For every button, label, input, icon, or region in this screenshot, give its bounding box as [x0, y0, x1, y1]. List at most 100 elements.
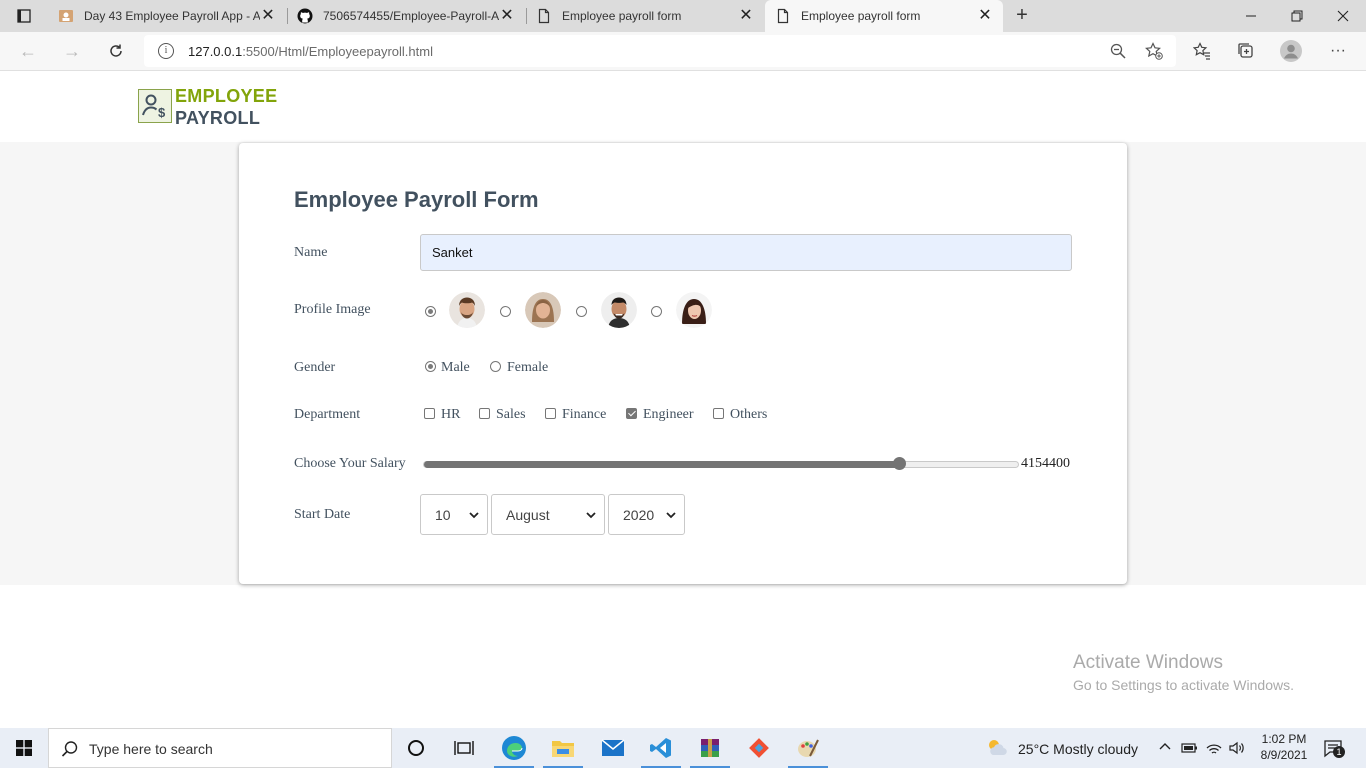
profile-radio-3[interactable] [576, 306, 587, 317]
more-menu-icon[interactable]: ··· [1327, 40, 1349, 62]
salary-output: 4154400 [1021, 456, 1070, 471]
month-select-value: August [506, 506, 550, 523]
chevron-up-icon[interactable] [1158, 740, 1172, 754]
profile-radio-2[interactable] [500, 306, 511, 317]
salary-slider-fill [424, 461, 901, 468]
name-label: Name [294, 245, 328, 260]
chevron-down-icon [586, 512, 596, 519]
form-title: Employee Payroll Form [294, 187, 539, 212]
department-hr-label: HR [441, 407, 461, 422]
salary-slider-thumb[interactable] [893, 457, 906, 470]
tab-4-active[interactable]: Employee payroll form ✕ [765, 0, 1003, 32]
close-tab-icon[interactable]: ✕ [738, 8, 754, 24]
profile-radio-1[interactable] [425, 306, 436, 317]
volume-icon[interactable] [1228, 740, 1246, 756]
refresh-icon[interactable] [101, 36, 131, 66]
chevron-down-icon [666, 512, 676, 519]
taskbar-search-placeholder: Type here to search [89, 741, 213, 757]
logo-text-payroll: PAYROLL [175, 108, 261, 128]
git-app-icon[interactable] [735, 728, 783, 768]
day-select[interactable]: 10 [420, 494, 488, 535]
favorites-icon[interactable] [1191, 40, 1213, 62]
back-arrow-icon[interactable]: ← [13, 36, 43, 66]
file-explorer-icon[interactable] [539, 728, 587, 768]
paint-app-icon[interactable] [784, 728, 832, 768]
mail-icon[interactable] [589, 728, 637, 768]
vscode-icon[interactable] [637, 728, 685, 768]
profile-avatar-icon[interactable] [1280, 40, 1302, 62]
task-view-icon[interactable] [440, 728, 488, 768]
page-icon [536, 8, 552, 24]
svg-text:$: $ [158, 105, 166, 120]
tab-title: Day 43 Employee Payroll App - A [84, 9, 260, 23]
url-text[interactable]: 127.0.0.1:5500/Html/Employeepayroll.html [188, 44, 433, 59]
department-sales-checkbox[interactable] [479, 408, 490, 419]
forward-arrow-icon[interactable]: → [57, 36, 87, 66]
female-avatar-1-icon[interactable] [525, 292, 561, 328]
salary-label: Choose Your Salary [294, 456, 406, 471]
year-select-value: 2020 [623, 506, 655, 523]
winrar-icon[interactable] [686, 728, 734, 768]
battery-icon[interactable] [1181, 741, 1199, 755]
minimize-icon[interactable] [1228, 0, 1274, 32]
payroll-logo-icon: $ [138, 89, 172, 123]
payroll-favicon-icon [58, 8, 74, 24]
tab-2[interactable]: 7506574455/Employee-Payroll-A ✕ [287, 0, 525, 32]
zoom-icon[interactable] [1108, 41, 1128, 61]
start-date-label: Start Date [294, 507, 351, 522]
edge-browser-icon[interactable] [490, 728, 538, 768]
windows-start-icon[interactable] [0, 728, 48, 768]
year-select[interactable]: 2020 [608, 494, 685, 535]
department-sales-label: Sales [496, 407, 526, 422]
close-tab-icon[interactable]: ✕ [977, 8, 993, 24]
gender-label: Gender [294, 360, 336, 375]
month-select[interactable]: August [491, 494, 605, 535]
taskbar-search-box[interactable]: Type here to search [48, 728, 392, 768]
department-others-checkbox[interactable] [713, 408, 724, 419]
tab-1[interactable]: Day 43 Employee Payroll App - A ✕ [48, 0, 286, 32]
department-engineer-checkbox[interactable] [626, 408, 637, 419]
address-bar[interactable]: i 127.0.0.1:5500/Html/Employeepayroll.ht… [144, 35, 1176, 67]
windows-taskbar: Type here to search 25°C Mostly cloudy 1… [0, 728, 1366, 768]
male-avatar-1-icon[interactable] [449, 292, 485, 328]
notifications-icon[interactable]: 1 [1322, 738, 1346, 760]
gender-female-radio[interactable] [490, 361, 501, 372]
tab-3[interactable]: Employee payroll form ✕ [526, 0, 764, 32]
department-others-label: Others [730, 407, 768, 422]
department-hr-checkbox[interactable] [424, 408, 435, 419]
male-avatar-2-icon[interactable] [601, 292, 637, 328]
cortana-icon[interactable] [392, 728, 440, 768]
gender-male-label: Male [441, 360, 470, 375]
taskbar-clock[interactable]: 1:02 PM 8/9/2021 [1256, 731, 1312, 763]
add-favorite-icon[interactable] [1144, 41, 1164, 61]
url-path: :5500/Html/Employeepayroll.html [242, 44, 433, 59]
weather-text[interactable]: 25°C Mostly cloudy [1018, 741, 1138, 757]
activate-windows-title: Activate Windows [1073, 652, 1223, 673]
site-info-icon[interactable]: i [158, 43, 174, 59]
close-tab-icon[interactable]: ✕ [260, 8, 276, 24]
wifi-icon[interactable] [1205, 740, 1223, 756]
salary-slider[interactable] [423, 461, 1019, 468]
department-label: Department [294, 407, 361, 422]
clock-time: 1:02 PM [1261, 732, 1307, 746]
close-tab-icon[interactable]: ✕ [499, 8, 515, 24]
collections-icon[interactable] [1235, 40, 1257, 62]
gender-female-label: Female [507, 360, 549, 375]
logo-text-employee: EMPLOYEE [175, 86, 278, 106]
female-avatar-2-icon[interactable] [676, 292, 712, 328]
profile-radio-4[interactable] [651, 306, 662, 317]
chevron-down-icon [469, 512, 479, 519]
close-window-icon[interactable] [1320, 0, 1366, 32]
url-host: 127.0.0.1 [188, 44, 243, 59]
notification-count-badge: 1 [1333, 746, 1345, 758]
department-finance-label: Finance [562, 407, 607, 422]
name-input[interactable] [420, 234, 1072, 271]
new-tab-icon[interactable]: + [1010, 4, 1034, 28]
weather-icon[interactable] [985, 737, 1009, 759]
tab-actions-button[interactable] [8, 4, 40, 28]
gender-male-radio[interactable] [425, 361, 436, 372]
department-finance-checkbox[interactable] [545, 408, 556, 419]
profile-image-label: Profile Image [294, 302, 371, 317]
browser-tab-bar: Day 43 Employee Payroll App - A ✕ 750657… [0, 0, 1366, 32]
restore-icon[interactable] [1274, 0, 1320, 32]
